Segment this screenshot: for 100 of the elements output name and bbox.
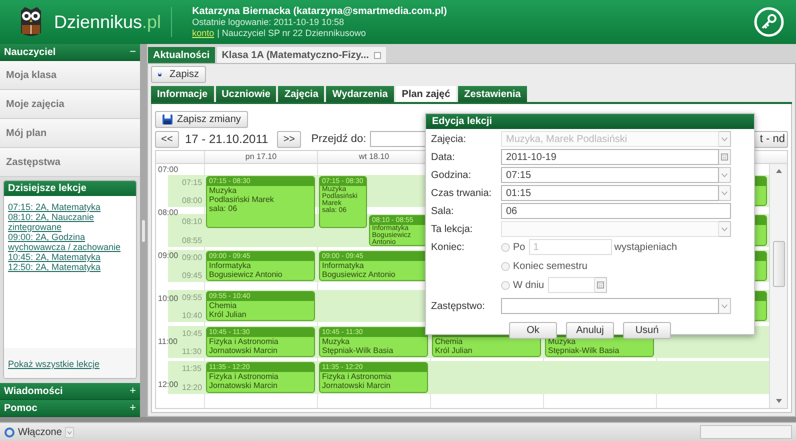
slot-end-time: 11:30 [182, 346, 202, 356]
next-week-button[interactable]: >> [277, 130, 302, 148]
sidebar-item[interactable]: Moja klasa [0, 61, 140, 90]
event-room: sala: 06 [208, 204, 238, 213]
lesson-link[interactable]: 09:00: 2A, Godzina wychowawcza / zachowanie [8, 232, 132, 252]
field-label: Czas trwania: [431, 186, 493, 200]
event-teacher: Król Julian [434, 346, 474, 355]
field-label: Zajęcia: [431, 132, 468, 146]
hour-label: 09:00 [158, 251, 178, 260]
event-subject: Chemia [434, 336, 464, 346]
section-header[interactable]: Wiadomości + [0, 383, 140, 400]
radio-button[interactable] [501, 262, 510, 270]
vertical-scrollbar[interactable] [769, 164, 787, 408]
event-subject: Fizyka i Astronomia [321, 372, 392, 382]
hour-label: 11:00 [158, 337, 178, 346]
event-teacher: Jornatowski Marcin [208, 346, 278, 355]
field-label: Ta lekcja: [431, 222, 474, 236]
tab[interactable]: Informacje [151, 86, 214, 102]
field-label: Sala: [431, 204, 455, 218]
field-label: Godzina: [431, 168, 472, 182]
scroll-up-arrow-icon[interactable] [774, 167, 782, 175]
dropdown-caret-icon[interactable] [719, 167, 731, 183]
date-field[interactable] [548, 277, 596, 293]
tab[interactable]: Zestawienia [458, 86, 527, 102]
dropdown-caret-icon[interactable] [719, 221, 731, 237]
event-subject: Fizyka i Astronomia [208, 372, 280, 382]
section-header[interactable]: Nauczyciel − [0, 44, 140, 61]
save-button[interactable]: Zapisz [151, 66, 206, 82]
sidebar-item[interactable]: Mój plan [0, 119, 140, 148]
tab[interactable]: Plan zajęć [396, 86, 456, 102]
event-subject: Chemia [208, 300, 238, 310]
event-teacher: Bogusiewicz Antonio [321, 270, 396, 280]
section-title: Wiadomości [4, 384, 63, 398]
hour-label: 10:00 [158, 294, 178, 304]
date-field[interactable]: 2011-10-19 [501, 149, 719, 165]
goto-label: Przejdź do: [311, 132, 366, 147]
select-field[interactable]: 07:15 [501, 167, 719, 183]
slot-end-time: 10:40 [182, 310, 202, 320]
lesson-link[interactable]: 10:45: 2A, Matematyka [8, 252, 101, 262]
tab[interactable]: Wydarzenia [326, 86, 394, 102]
dialog-button[interactable]: Usuń [623, 322, 671, 339]
radio-button[interactable] [501, 242, 510, 252]
section-title: Pomoc [4, 402, 38, 416]
slot-end-time: 12:20 [182, 382, 202, 392]
option-label: Po [513, 240, 526, 254]
collapse-toggle[interactable]: − [130, 44, 136, 60]
scroll-down-arrow-icon[interactable] [774, 397, 782, 405]
event-subject: Muzyka [547, 336, 576, 346]
dropdown-caret-icon[interactable] [719, 298, 731, 314]
sidebar-item[interactable]: Moje zajęcia [0, 90, 140, 119]
slot-start-time: 09:55 [182, 292, 202, 302]
hour-label: 08:00 [158, 208, 178, 218]
user-name: Katarzyna Biernacka (katarzyna@smartmedia.com.pl) [192, 6, 447, 16]
expand-toggle[interactable]: + [130, 400, 136, 416]
tab[interactable]: Zajęcia [278, 86, 324, 102]
option-label: Koniec semestru [513, 260, 588, 274]
tab[interactable]: Klasa 1A (Matematyczno-Fizy... [216, 47, 386, 63]
tab[interactable]: Aktualności [148, 47, 215, 63]
account-link[interactable]: konto [192, 28, 214, 38]
event-teacher: Stępniak-Wilk Basia [547, 346, 620, 355]
tab[interactable]: Uczniowie [216, 86, 276, 102]
day-header: pn 17.10 [204, 151, 317, 163]
event-teacher: Jornatowski Marcin [321, 381, 392, 390]
dialog-button[interactable]: Anuluj [566, 322, 614, 339]
calendar-icon[interactable] [719, 149, 731, 165]
key-icon[interactable] [754, 7, 784, 37]
lesson-link[interactable]: 07:15: 2A, Matematyka [8, 202, 101, 212]
section-header[interactable]: Pomoc + [0, 400, 140, 417]
event-teacher: Stępniak-Wilk Basia [321, 346, 394, 355]
select-field[interactable]: 01:15 [501, 185, 719, 201]
dropdown-caret-icon[interactable] [719, 185, 731, 201]
lesson-link[interactable]: 12:50: 2A, Matematyka [8, 262, 101, 272]
select-field[interactable] [501, 298, 719, 314]
status-button[interactable]: Włączone [4, 424, 62, 440]
dropdown-caret-icon[interactable] [64, 426, 74, 438]
sidebar-item[interactable]: Zastępstwa [0, 148, 140, 177]
logo-text: Dziennikus.pl [54, 10, 162, 34]
previous-week-button[interactable]: << [155, 130, 179, 148]
field-label: Koniec: [431, 240, 466, 254]
event-teacher: Bogusiewicz Antonio [208, 270, 284, 280]
dialog-button[interactable]: Ok [509, 322, 557, 339]
event-subject: Informatyka [208, 261, 252, 270]
dropdown-caret-icon[interactable] [719, 131, 731, 147]
scrollbar-thumb[interactable] [772, 241, 784, 287]
ring-icon [4, 426, 15, 438]
slot-start-time: 11:35 [182, 364, 202, 374]
text-field[interactable]: 06 [501, 203, 731, 219]
calendar-icon[interactable] [595, 277, 608, 293]
radio-button[interactable] [501, 280, 510, 290]
close-icon[interactable] [374, 52, 381, 58]
option-label: W dniu [513, 278, 544, 292]
option-suffix: wystąpieniach [614, 240, 678, 254]
hour-label: 07:00 [158, 165, 178, 174]
save-changes-button[interactable]: Zapisz zmiany [155, 111, 248, 128]
slot-start-time: 07:15 [182, 178, 202, 187]
section-title: Nauczyciel [4, 46, 56, 60]
expand-toggle[interactable]: + [130, 382, 136, 400]
event-teacher: Podlasiński Marek [208, 194, 275, 204]
lesson-link[interactable]: 08:10: 2A, Nauczanie zintegrowane [8, 212, 132, 232]
splitter-handle[interactable] [142, 220, 145, 242]
